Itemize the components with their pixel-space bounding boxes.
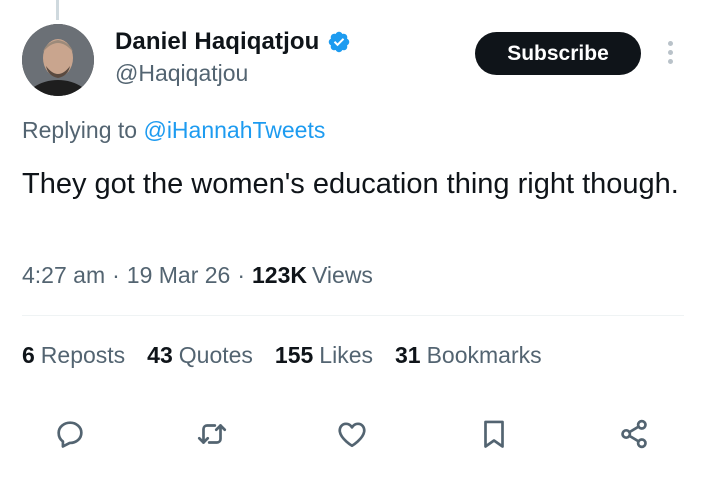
stat-likes[interactable]: 155 Likes — [275, 342, 373, 369]
like-icon[interactable] — [330, 412, 374, 456]
engagement-stats: 6 Reposts 43 Quotes 155 Likes 31 Bookmarks — [22, 342, 564, 369]
author-name-row: Daniel Haqiqatjou — [115, 28, 351, 56]
stat-label: Bookmarks — [426, 342, 542, 368]
reply-mention-link[interactable]: @iHannahTweets — [143, 117, 325, 143]
stat-quotes[interactable]: 43 Quotes — [147, 342, 253, 369]
action-bar — [0, 412, 706, 462]
verified-badge-icon — [327, 30, 351, 54]
stat-count: 43 — [147, 342, 173, 368]
stat-bookmarks[interactable]: 31 Bookmarks — [395, 342, 542, 369]
views-count: 123K — [252, 262, 307, 288]
stat-label: Reposts — [40, 342, 126, 368]
stat-label: Quotes — [178, 342, 253, 368]
stat-count: 31 — [395, 342, 421, 368]
thread-line — [56, 0, 59, 20]
stat-count: 155 — [274, 342, 314, 368]
subscribe-button[interactable]: Subscribe — [475, 32, 641, 75]
reply-icon[interactable] — [48, 412, 92, 456]
tweet-date[interactable]: 19 Mar 26 — [127, 262, 231, 289]
avatar-image — [22, 24, 94, 96]
author-handle[interactable]: @Haqiqatjou — [115, 60, 248, 87]
avatar[interactable] — [22, 24, 94, 96]
stat-label: Likes — [319, 342, 373, 368]
stat-count: 6 — [22, 342, 35, 368]
share-icon[interactable] — [612, 412, 656, 456]
replying-to-label: Replying to — [22, 117, 138, 143]
stat-reposts[interactable]: 6 Reposts — [22, 342, 125, 369]
meta-separator: · — [237, 262, 246, 288]
views-label: Views — [312, 262, 373, 288]
replying-to: Replying to @iHannahTweets — [22, 117, 325, 144]
author-display-name[interactable]: Daniel Haqiqatjou — [115, 28, 319, 56]
repost-icon[interactable] — [190, 412, 234, 456]
tweet-time[interactable]: 4:27 am — [22, 262, 105, 289]
tweet-meta: 4:27 am · 19 Mar 26 · 123K Views — [22, 262, 373, 289]
divider — [22, 315, 684, 316]
tweet-text: They got the women's education thing rig… — [22, 168, 679, 200]
more-options-icon[interactable] — [658, 38, 682, 68]
meta-separator: · — [112, 262, 120, 288]
bookmark-icon[interactable] — [472, 412, 516, 456]
